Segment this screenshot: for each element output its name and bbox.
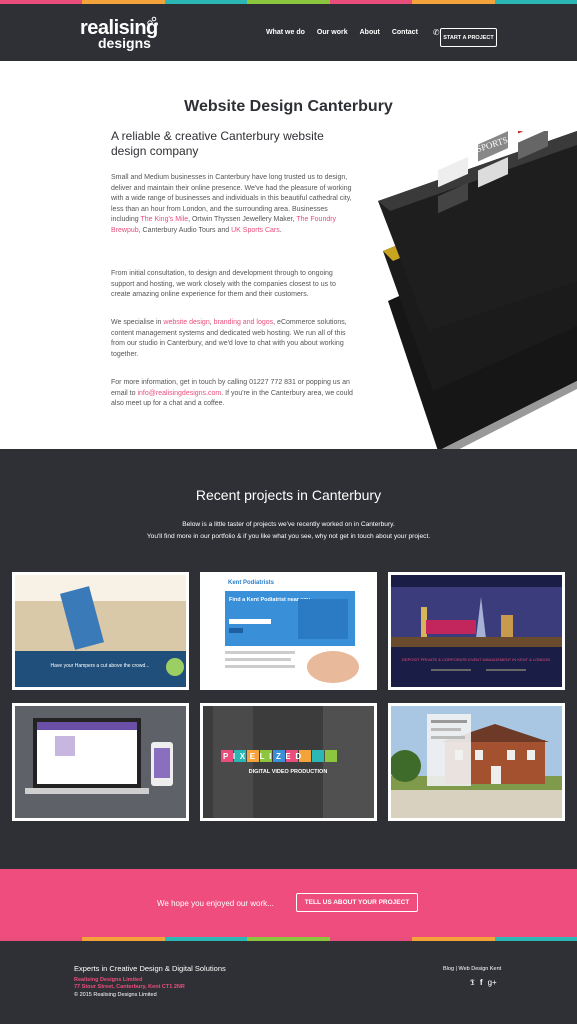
phone-icon[interactable]: ✆: [433, 28, 440, 37]
intro-paragraph-4: For more information, get in touch by ca…: [111, 379, 353, 408]
project-thumb-house[interactable]: [388, 703, 565, 821]
projects-subtitle: Below is a little taster of projects we'…: [146, 521, 431, 540]
twitter-icon[interactable]: 𝕿: [470, 978, 475, 988]
facebook-icon[interactable]: f: [480, 978, 483, 988]
project-thumb-devices[interactable]: [12, 703, 189, 821]
svg-text:DIGITAL VIDEO PRODUCTION: DIGITAL VIDEO PRODUCTION: [249, 769, 328, 775]
site-footer: Experts in Creative Design & Digital Sol…: [0, 941, 577, 1024]
googleplus-icon[interactable]: g+: [488, 978, 497, 988]
intro-paragraph-3: We specialise in website design, brandin…: [111, 319, 347, 358]
svg-text:DEPOSIT PRIVATE & CORPORATE EV: DEPOSIT PRIVATE & CORPORATE EVENT MANAGE…: [402, 657, 550, 662]
intro-section: Website Design Canterbury A reliable & c…: [0, 61, 577, 449]
recent-projects-section: Recent projects in Canterbury Below is a…: [0, 449, 577, 869]
main-nav: What we do Our work About Contact ✆: [266, 28, 440, 37]
nav-our-work[interactable]: Our work: [317, 29, 348, 36]
link-uk-sports-cars[interactable]: UK Sports Cars: [231, 227, 280, 234]
project-thumb-events[interactable]: DEPOSIT PRIVATE & CORPORATE EVENT MANAGE…: [388, 572, 565, 690]
logo-bubbles-icon: [147, 16, 158, 26]
website-mockup-image: UK SPORTS CARS: [378, 131, 577, 449]
email-link[interactable]: info@realisingdesigns.com: [137, 390, 221, 397]
link-kings-mile[interactable]: The King's Mile: [140, 216, 188, 223]
tell-us-about-project-button[interactable]: TELL US ABOUT YOUR PROJECT: [296, 893, 418, 912]
intro-subtitle: A reliable & creative Canterbury website…: [111, 129, 324, 158]
page-title: Website Design Canterbury: [184, 98, 393, 115]
intro-paragraph-2: From initial consultation, to design and…: [111, 270, 336, 299]
footer-address: Realising Designs Limited 77 Stour Street…: [74, 977, 185, 990]
logo[interactable]: realising designs: [80, 16, 158, 51]
site-header: realising designs What we do Our work Ab…: [0, 4, 577, 65]
svg-text:Have your Hampers a cut above: Have your Hampers a cut above the crowd.…: [51, 663, 150, 669]
cta-band-text: We hope you enjoyed our work...: [157, 899, 274, 908]
social-links: 𝕿 f g+: [470, 978, 497, 988]
svg-text:Kent Podiatrists: Kent Podiatrists: [228, 580, 275, 586]
start-project-button[interactable]: START A PROJECT: [440, 28, 497, 47]
project-thumb-pixelized[interactable]: PIXELIZED DIGITAL VIDEO PRODUCTION: [200, 703, 377, 821]
footer-copyright: © 2015 Realising Designs Limited: [74, 992, 157, 998]
projects-title: Recent projects in Canterbury: [195, 487, 382, 503]
link-website-design[interactable]: website design: [163, 319, 209, 326]
nav-what-we-do[interactable]: What we do: [266, 29, 305, 36]
nav-contact[interactable]: Contact: [392, 29, 418, 36]
cta-band: We hope you enjoyed our work... TELL US …: [0, 869, 577, 937]
footer-links[interactable]: Blog | Web Design Kent: [443, 966, 501, 972]
project-thumb-hampers[interactable]: Have your Hampers a cut above the crowd.…: [12, 572, 189, 690]
project-thumb-kent-podiatrists[interactable]: Kent Podiatrists Find a Kent Podiatrist …: [200, 572, 377, 690]
footer-tagline: Experts in Creative Design & Digital Sol…: [74, 964, 226, 973]
svg-text:PIXELIZED: PIXELIZED: [223, 752, 306, 761]
intro-paragraph-1: Small and Medium businesses in Canterbur…: [111, 174, 352, 234]
nav-about[interactable]: About: [360, 29, 380, 36]
link-branding-logos[interactable]: branding and logos: [214, 319, 274, 326]
